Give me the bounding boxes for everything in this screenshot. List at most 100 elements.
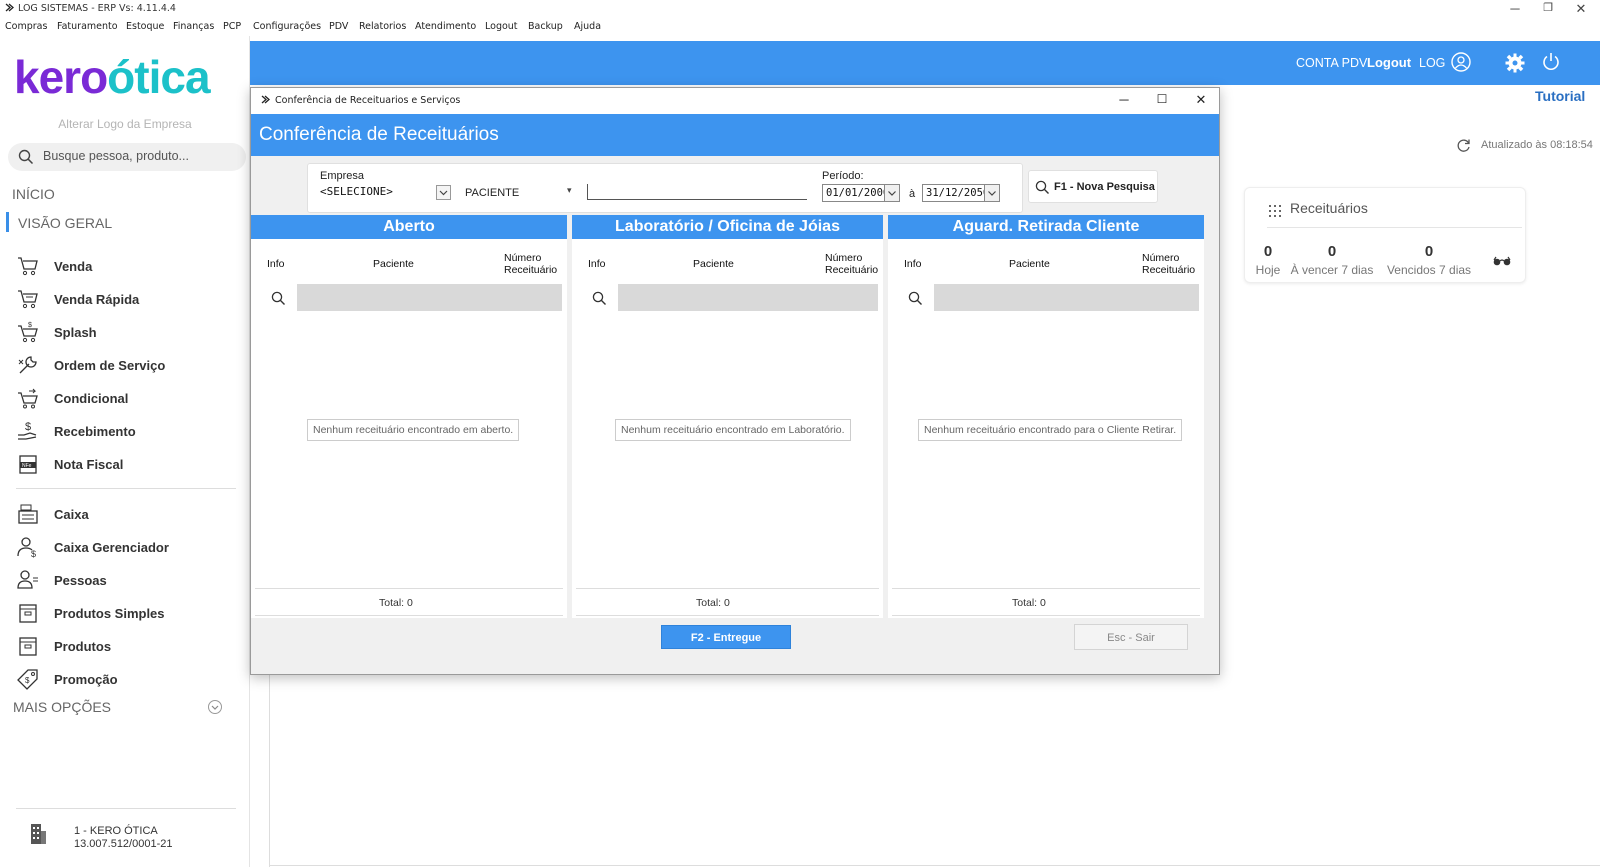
content-frame [269, 660, 1600, 867]
date-to-dropdown[interactable] [984, 184, 1000, 202]
sidebar: keroótica Alterar Logo da Empresa INÍCIO… [0, 36, 250, 867]
people-icon [16, 569, 42, 593]
user-icon[interactable] [1451, 52, 1471, 77]
glasses-icon[interactable] [1493, 253, 1511, 271]
column-aberto: Aberto Info Paciente Número Receituário N… [251, 215, 567, 618]
sidebar-item-promocao[interactable]: $ Promoção [16, 668, 236, 692]
entregue-button[interactable]: F2 - Entregue [661, 625, 791, 649]
modal-close-button[interactable]: ✕ [1186, 92, 1216, 108]
more-options[interactable]: MAIS OPÇÕES [13, 699, 111, 715]
svg-text:$: $ [28, 322, 32, 329]
date-from-dropdown[interactable] [884, 184, 900, 202]
sidebar-item-splash[interactable]: $ Splash [16, 321, 236, 345]
menu-bar: Compras Faturamento Estoque Finanças PCP… [0, 18, 1600, 36]
svg-text:$: $ [25, 421, 31, 433]
empresa-dropdown-button[interactable] [436, 185, 451, 200]
top-header: CONTA PDV Logout LOG [250, 41, 1600, 85]
svg-text:$: $ [25, 676, 30, 685]
modal-heading: Conferência de Receituários [259, 124, 499, 145]
stat-hoje[interactable]: 0 Hoje [1251, 243, 1285, 277]
menu-relatorios[interactable]: Relatorios [359, 21, 406, 32]
change-logo-link[interactable]: Alterar Logo da Empresa [0, 117, 250, 131]
receituarios-card: Receituários 0 Hoje 0 À vencer 7 dias 0 … [1244, 187, 1526, 283]
logout-link[interactable]: Logout [1367, 55, 1411, 70]
menu-pcp[interactable]: PCP [223, 21, 241, 32]
header-info: Info [588, 258, 606, 270]
nav-separator [16, 488, 236, 489]
date-from-field[interactable]: 01/01/2000 [822, 184, 900, 202]
retirada-filter-input[interactable] [934, 284, 1199, 311]
chevron-down-icon[interactable] [208, 700, 222, 714]
sidebar-item-pessoas[interactable]: Pessoas [16, 569, 236, 593]
sidebar-item-recebimento[interactable]: $ Recebimento [16, 420, 236, 444]
conta-pdv-link[interactable]: CONTA PDV [1296, 56, 1367, 70]
stat-a-vencer[interactable]: 0 À vencer 7 dias [1289, 243, 1375, 277]
menu-atendimento[interactable]: Atendimento [415, 21, 476, 32]
sidebar-item-venda-rapida[interactable]: Venda Rápida [16, 288, 236, 312]
header-paciente: Paciente [1009, 258, 1050, 270]
company-logo[interactable]: keroótica [14, 50, 211, 104]
window-close-button[interactable]: ✕ [1566, 1, 1596, 17]
cart-icon [16, 255, 42, 279]
sidebar-item-produtos[interactable]: Produtos [16, 635, 236, 659]
sidebar-item-caixa[interactable]: Caixa [16, 503, 236, 527]
sidebar-item-nota-fiscal[interactable]: NFe Nota Fiscal [16, 453, 236, 477]
search-icon[interactable] [908, 291, 923, 311]
menu-ajuda[interactable]: Ajuda [574, 21, 601, 32]
fast-cart-icon [16, 288, 42, 312]
stat-vencidos[interactable]: 0 Vencidos 7 dias [1386, 243, 1472, 277]
sidebar-item-ordem-servico[interactable]: Ordem de Serviço [16, 354, 236, 378]
sidebar-item-caixa-gerenciador[interactable]: $ Caixa Gerenciador [16, 536, 236, 560]
company-name[interactable]: 1 - KERO ÓTICA [74, 825, 158, 837]
column-title: Aberto [251, 215, 567, 239]
power-icon[interactable] [1541, 52, 1561, 77]
global-search-input[interactable] [43, 149, 233, 163]
search-by-select[interactable]: PACIENTE [465, 187, 519, 199]
menu-backup[interactable]: Backup [528, 21, 563, 32]
header-numero-receituario: Número Receituário [1142, 252, 1196, 276]
date-separator: à [909, 188, 916, 200]
nav-inicio[interactable]: INÍCIO [12, 186, 55, 202]
date-to-field[interactable]: 31/12/2050 [922, 184, 1000, 202]
user-name[interactable]: LOG [1419, 56, 1445, 70]
modal-maximize-button[interactable]: ☐ [1147, 92, 1177, 106]
window-restore-button[interactable]: ❐ [1533, 1, 1563, 14]
menu-faturamento[interactable]: Faturamento [57, 21, 118, 32]
laboratorio-filter-input[interactable] [618, 284, 878, 311]
menu-estoque[interactable]: Estoque [126, 21, 164, 32]
modal-titlebar: Conferência de Receituarios e Serviços ─… [251, 88, 1219, 114]
total-count: Total: 0 [379, 597, 413, 609]
tutorial-link[interactable]: Tutorial [1535, 88, 1585, 104]
search-icon[interactable] [271, 291, 286, 311]
menu-configuracoes[interactable]: Configurações [253, 21, 321, 32]
refresh-icon[interactable] [1456, 138, 1471, 158]
gear-icon[interactable] [1505, 53, 1525, 78]
search-text-input[interactable] [587, 184, 807, 200]
column-laboratorio: Laboratório / Oficina de Jóias Info Paci… [572, 215, 883, 618]
window-minimize-button[interactable]: ─ [1500, 1, 1530, 16]
column-aguard-retirada: Aguard. Retirada Cliente Info Paciente N… [888, 215, 1204, 618]
search-icon[interactable] [592, 291, 607, 311]
sidebar-item-produtos-simples[interactable]: Produtos Simples [16, 602, 236, 626]
exit-button[interactable]: Esc - Sair [1074, 624, 1188, 650]
aberto-filter-input[interactable] [297, 284, 562, 311]
nfe-icon: NFe [16, 453, 42, 477]
menu-compras[interactable]: Compras [5, 21, 47, 32]
menu-logout[interactable]: Logout [485, 21, 518, 32]
sidebar-item-condicional[interactable]: Condicional [16, 387, 236, 411]
nav-visao-geral[interactable]: VISÃO GERAL [18, 215, 112, 231]
search-by-dropdown-arrow[interactable]: ▾ [567, 185, 572, 196]
user-money-icon: $ [16, 536, 42, 560]
menu-financas[interactable]: Finanças [173, 21, 214, 32]
modal-minimize-button[interactable]: ─ [1109, 92, 1139, 107]
menu-pdv[interactable]: PDV [329, 21, 348, 32]
empty-message: Nenhum receituário encontrado para o Cli… [918, 419, 1183, 441]
new-search-button[interactable]: F1 - Nova Pesquisa [1028, 170, 1158, 203]
empresa-select[interactable]: <SELECIONE> [320, 185, 393, 198]
header-info: Info [267, 258, 285, 270]
search-icon [1035, 180, 1050, 200]
header-numero-receituario: Número Receituário [504, 252, 558, 276]
sidebar-item-venda[interactable]: Venda [16, 255, 236, 279]
cash-register-icon [16, 503, 42, 527]
header-info: Info [904, 258, 922, 270]
